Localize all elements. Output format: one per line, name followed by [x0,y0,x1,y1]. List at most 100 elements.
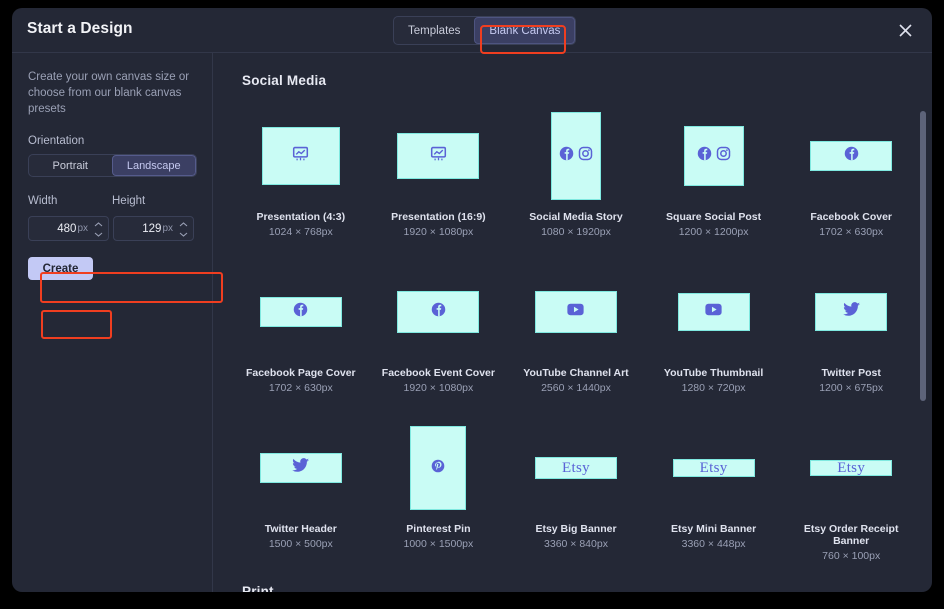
twitter-icon [842,302,860,322]
preset-card[interactable]: Etsy Etsy Big Banner 3360 × 840px [517,422,635,562]
preset-card-name: Facebook Page Cover [245,367,356,379]
tab-templates[interactable]: Templates [394,17,474,44]
preset-thumbnail [683,126,744,186]
height-input[interactable]: 129 px [113,216,194,241]
preset-card[interactable]: Twitter Header 1500 × 500px [242,422,360,562]
preset-card-size: 1024 × 768px [268,226,333,238]
preset-thumbnail [534,291,617,333]
preset-card-size: 1280 × 720px [681,382,746,394]
preset-card[interactable]: Twitter Post 1200 × 675px [792,266,910,394]
preset-card-name: Facebook Event Cover [381,367,495,379]
preset-card[interactable]: Facebook Page Cover 1702 × 630px [242,266,360,394]
dimension-inputs-row: 480 px 129 px [28,216,196,241]
preset-card[interactable]: Square Social Post 1200 × 1200px [655,110,773,238]
preset-thumbnail [261,127,340,185]
preset-card[interactable]: Facebook Event Cover 1920 × 1080px [380,266,498,394]
preset-card[interactable]: Etsy Etsy Mini Banner 3360 × 448px [655,422,773,562]
preset-thumbnail-wrap [380,110,498,202]
preset-thumbnail-wrap [517,110,635,202]
create-button-highlight [41,310,112,339]
preset-thumbnail: Etsy [810,459,893,476]
facebook-icon [697,146,712,166]
width-input[interactable]: 480 px [28,216,109,241]
tab-blank-canvas[interactable]: Blank Canvas [474,17,576,44]
preset-thumbnail-wrap [242,266,360,358]
row-spacer [242,394,910,422]
youtube-icon [567,303,585,321]
preset-card-size: 1500 × 500px [268,538,333,550]
preset-card-name: Twitter Post [821,367,881,379]
instagram-icon [578,146,593,166]
preset-card[interactable]: YouTube Thumbnail 1280 × 720px [655,266,773,394]
preset-card-size: 3360 × 448px [681,538,746,550]
etsy-wordmark-icon: Etsy [562,459,590,476]
preset-card[interactable]: Facebook Cover 1702 × 630px [792,110,910,238]
preset-card[interactable]: YouTube Channel Art 2560 × 1440px [517,266,635,394]
preset-thumbnail-wrap [380,266,498,358]
modal-header: Start a Design Templates Blank Canvas [12,8,932,54]
etsy-wordmark-icon: Etsy [837,459,866,476]
preset-card-size: 1200 × 675px [819,382,884,394]
preset-thumbnail-wrap [380,422,498,514]
preset-card-size: 1920 × 1080px [403,226,474,238]
preset-card[interactable]: Etsy Etsy Order Receipt Banner 760 × 100px [792,422,910,563]
preset-grid-row: Presentation (4:3) 1024 × 768px Presentati… [242,110,910,238]
preset-card-name: Social Media Story [529,211,623,223]
create-button[interactable]: Create [28,257,93,280]
preset-thumbnail-wrap: Etsy [792,422,910,514]
facebook-icon [431,302,446,322]
preset-card[interactable]: Presentation (4:3) 1024 × 768px [242,110,360,238]
preset-thumbnail [815,293,888,331]
orientation-portrait-button[interactable]: Portrait [29,155,112,176]
close-icon[interactable] [894,19,916,41]
dimension-labels: Width Height [28,195,196,214]
preset-card[interactable]: Social Media Story 1080 × 1920px [517,110,635,238]
etsy-wordmark-icon: Etsy [699,459,728,476]
preset-thumbnail: Etsy [534,457,617,479]
preset-thumbnail [550,112,601,200]
preset-thumbnail-wrap [242,110,360,202]
orientation-landscape-button[interactable]: Landscape [111,155,196,176]
preset-thumbnail [397,133,480,179]
preset-thumbnail [410,426,467,510]
presentation-icon [430,145,447,167]
scrollbar-thumb[interactable] [920,111,926,401]
preset-card-name: Pinterest Pin [406,523,471,535]
height-value: 129 [142,222,162,235]
preset-thumbnail-wrap [792,110,910,202]
preset-card-size: 2560 × 1440px [541,382,611,394]
preset-card-name: Facebook Cover [810,211,893,223]
preset-card-size: 1920 × 1080px [403,382,474,394]
height-stepper[interactable] [178,219,189,240]
preset-card[interactable]: Pinterest Pin 1000 × 1500px [380,422,498,562]
preset-card-name: Etsy Big Banner [535,523,617,535]
width-label: Width [28,195,58,207]
preset-grid-row: Twitter Header 1500 × 500px Pinterest Pin 1… [242,422,910,562]
preset-thumbnail-wrap [242,422,360,514]
page-title: Start a Design [27,20,133,37]
section-title-print: Print [242,584,274,592]
preset-thumbnail-wrap: Etsy [655,422,773,514]
preset-card[interactable]: Presentation (16:9) 1920 × 1080px [380,110,498,238]
width-stepper[interactable] [93,219,104,240]
preset-thumbnail [810,141,893,171]
preset-thumbnail [259,453,342,483]
sidebar-intro-text: Create your own canvas size or choose fr… [28,71,190,115]
preset-card-name: Etsy Order Receipt Banner [803,523,899,547]
preset-thumbnail [397,291,480,333]
pinterest-icon [431,459,445,478]
presentation-icon [292,145,309,167]
preset-card-size: 3360 × 840px [544,538,608,550]
preset-card-name: Etsy Mini Banner [671,523,757,535]
preset-card-name: YouTube Thumbnail [663,367,764,379]
preset-thumbnail: Etsy [672,459,755,477]
preset-card-size: 1080 × 1920px [541,226,611,238]
facebook-icon [844,146,859,166]
section-title-social-media: Social Media [242,73,327,88]
orientation-label: Orientation [28,135,85,147]
preset-grid-row: Facebook Page Cover 1702 × 630px Facebook … [242,266,910,394]
preset-thumbnail-wrap [792,266,910,358]
facebook-icon [559,146,574,166]
youtube-icon [705,303,722,321]
preset-thumbnail [259,297,342,327]
